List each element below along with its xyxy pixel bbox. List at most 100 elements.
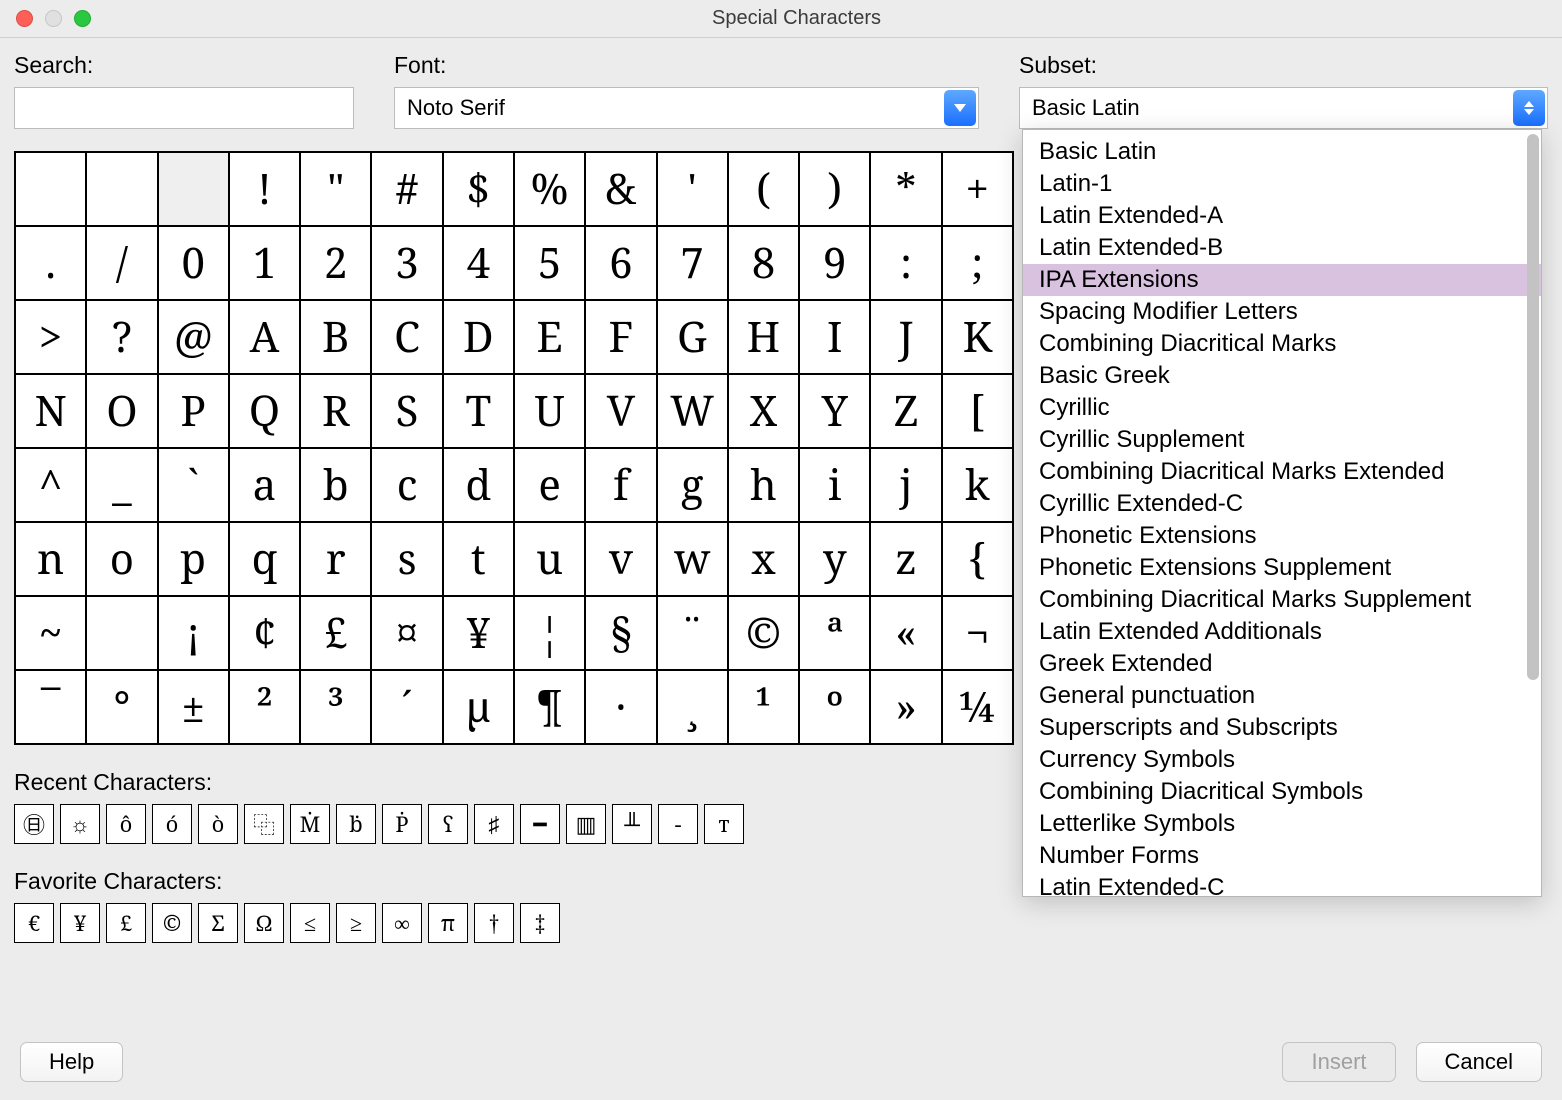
recent-char[interactable]: ⿻ — [244, 804, 284, 844]
character-cell[interactable]: o — [87, 523, 158, 597]
subset-option[interactable]: Letterlike Symbols — [1023, 808, 1541, 840]
character-cell[interactable]: % — [515, 153, 586, 227]
favorite-char[interactable]: £ — [106, 903, 146, 943]
subset-option[interactable]: Combining Diacritical Marks Supplement — [1023, 584, 1541, 616]
character-cell[interactable]: w — [658, 523, 729, 597]
character-cell[interactable]: J — [871, 301, 942, 375]
character-cell[interactable]: 5 — [515, 227, 586, 301]
character-cell[interactable]: ^ — [16, 449, 87, 523]
character-cell[interactable]: & — [586, 153, 657, 227]
character-cell[interactable]: U — [515, 375, 586, 449]
subset-option[interactable]: Combining Diacritical Marks — [1023, 328, 1541, 360]
recent-char[interactable]: ʕ — [428, 804, 468, 844]
subset-option[interactable]: Cyrillic Extended-C — [1023, 488, 1541, 520]
character-cell[interactable]: Y — [800, 375, 871, 449]
character-cell[interactable]: b — [301, 449, 372, 523]
character-cell[interactable]: 9 — [800, 227, 871, 301]
character-cell[interactable]: ¥ — [444, 597, 515, 671]
character-cell[interactable]: C — [372, 301, 443, 375]
character-cell[interactable]: B — [301, 301, 372, 375]
character-cell[interactable]: D — [444, 301, 515, 375]
character-cell[interactable]: y — [800, 523, 871, 597]
character-cell[interactable]: » — [871, 671, 942, 745]
recent-char[interactable]: ô — [106, 804, 146, 844]
favorite-char[interactable]: ∞ — [382, 903, 422, 943]
character-cell[interactable]: « — [871, 597, 942, 671]
character-cell[interactable]: ! — [230, 153, 301, 227]
favorite-char[interactable]: Σ — [198, 903, 238, 943]
favorite-char[interactable]: € — [14, 903, 54, 943]
character-cell[interactable] — [159, 153, 230, 227]
subset-option[interactable]: Combining Diacritical Symbols — [1023, 776, 1541, 808]
character-cell[interactable]: e — [515, 449, 586, 523]
character-cell[interactable]: h — [729, 449, 800, 523]
character-cell[interactable]: . — [16, 227, 87, 301]
character-cell[interactable]: µ — [444, 671, 515, 745]
character-cell[interactable]: V — [586, 375, 657, 449]
character-cell[interactable]: £ — [301, 597, 372, 671]
character-cell[interactable]: 0 — [159, 227, 230, 301]
character-cell[interactable]: c — [372, 449, 443, 523]
character-cell[interactable]: ; — [943, 227, 1014, 301]
character-cell[interactable]: t — [444, 523, 515, 597]
character-cell[interactable]: § — [586, 597, 657, 671]
subset-option[interactable]: Superscripts and Subscripts — [1023, 712, 1541, 744]
character-cell[interactable]: { — [943, 523, 1014, 597]
subset-option[interactable]: Phonetic Extensions — [1023, 520, 1541, 552]
subset-option[interactable]: Latin Extended-B — [1023, 232, 1541, 264]
character-cell[interactable]: i — [800, 449, 871, 523]
character-cell[interactable]: " — [301, 153, 372, 227]
character-cell[interactable]: ± — [159, 671, 230, 745]
subset-option[interactable]: Spacing Modifier Letters — [1023, 296, 1541, 328]
character-cell[interactable]: ‾ — [16, 671, 87, 745]
subset-option[interactable]: Latin-1 — [1023, 168, 1541, 200]
character-cell[interactable]: ~ — [16, 597, 87, 671]
character-cell[interactable]: E — [515, 301, 586, 375]
character-cell[interactable]: G — [658, 301, 729, 375]
favorite-char[interactable]: © — [152, 903, 192, 943]
character-cell[interactable]: u — [515, 523, 586, 597]
character-cell[interactable]: $ — [444, 153, 515, 227]
character-cell[interactable]: r — [301, 523, 372, 597]
character-cell[interactable]: 6 — [586, 227, 657, 301]
character-cell[interactable] — [87, 597, 158, 671]
character-cell[interactable]: X — [729, 375, 800, 449]
character-cell[interactable]: ª — [800, 597, 871, 671]
character-cell[interactable]: 1 — [230, 227, 301, 301]
character-cell[interactable]: ¬ — [943, 597, 1014, 671]
character-cell[interactable]: N — [16, 375, 87, 449]
character-cell[interactable]: v — [586, 523, 657, 597]
character-cell[interactable]: S — [372, 375, 443, 449]
recent-char[interactable]: Ṁ — [290, 804, 330, 844]
insert-button[interactable]: Insert — [1282, 1042, 1395, 1082]
character-cell[interactable]: # — [372, 153, 443, 227]
character-cell[interactable]: ? — [87, 301, 158, 375]
search-input[interactable] — [14, 87, 354, 129]
character-cell[interactable]: * — [871, 153, 942, 227]
cancel-button[interactable]: Cancel — [1416, 1042, 1542, 1082]
character-cell[interactable]: ) — [800, 153, 871, 227]
subset-option[interactable]: Currency Symbols — [1023, 744, 1541, 776]
subset-dropdown-button[interactable] — [1513, 90, 1545, 126]
character-cell[interactable]: ¼ — [943, 671, 1014, 745]
character-cell[interactable]: ¹ — [729, 671, 800, 745]
subset-option[interactable]: Greek Extended — [1023, 648, 1541, 680]
subset-option[interactable]: IPA Extensions — [1023, 264, 1541, 296]
zoom-window-button[interactable] — [74, 10, 91, 27]
character-cell[interactable]: p — [159, 523, 230, 597]
character-cell[interactable]: s — [372, 523, 443, 597]
favorite-char[interactable]: ‡ — [520, 903, 560, 943]
character-cell[interactable]: ³ — [301, 671, 372, 745]
character-cell[interactable]: 4 — [444, 227, 515, 301]
character-cell[interactable]: [ — [943, 375, 1014, 449]
character-cell[interactable]: K — [943, 301, 1014, 375]
subset-select[interactable]: Basic Latin — [1019, 87, 1548, 129]
character-cell[interactable]: n — [16, 523, 87, 597]
subset-option[interactable]: Phonetic Extensions Supplement — [1023, 552, 1541, 584]
character-cell[interactable]: H — [729, 301, 800, 375]
close-window-button[interactable] — [16, 10, 33, 27]
recent-char[interactable]: ╨ — [612, 804, 652, 844]
character-cell[interactable]: T — [444, 375, 515, 449]
character-cell[interactable]: · — [586, 671, 657, 745]
subset-option[interactable]: Latin Extended-A — [1023, 200, 1541, 232]
